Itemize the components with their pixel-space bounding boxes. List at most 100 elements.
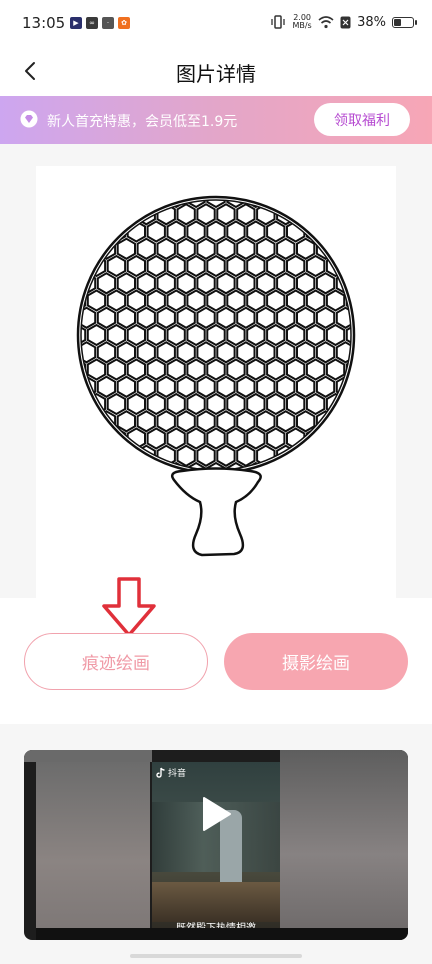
link-app-icon: ∞	[86, 17, 98, 29]
coloring-image[interactable]	[36, 166, 396, 598]
hexagon-cell	[176, 203, 196, 226]
hexagon-cell	[226, 289, 246, 312]
hexagon-cell	[106, 289, 127, 312]
hexagon-cell	[216, 306, 236, 329]
hexagon-cell	[236, 272, 256, 295]
video-frame: 抖音 既然殿下热情相邀	[152, 762, 280, 940]
hexagon-cell	[136, 341, 156, 364]
hexagon-cell	[206, 220, 226, 243]
hexagon-cell	[146, 358, 166, 381]
hexagon-cell	[236, 341, 256, 364]
hexagon-cell	[186, 392, 206, 416]
hexagon-cell	[196, 272, 216, 295]
hexagon-cell	[196, 237, 216, 260]
hexagon-cell	[236, 306, 256, 329]
claim-benefit-button[interactable]: 领取福利	[314, 103, 410, 136]
blur-left-panel	[36, 762, 150, 928]
photo-drawing-button[interactable]: 摄影绘画	[224, 633, 408, 690]
status-time: 13:05	[22, 14, 66, 32]
trace-drawing-button[interactable]: 痕迹绘画	[24, 633, 208, 690]
hexagon-cell	[176, 341, 196, 364]
hexagon-cell	[86, 323, 107, 347]
battery-percent: 38%	[357, 14, 386, 30]
battery-level	[394, 18, 401, 26]
hexagon-cell	[276, 237, 296, 260]
hexagon-cell	[266, 254, 286, 278]
hexagon-cell	[176, 272, 196, 295]
hexagon-cell	[286, 358, 306, 381]
hexagon-cell	[256, 341, 276, 364]
hexagon-cell	[216, 203, 236, 226]
home-indicator[interactable]	[130, 954, 302, 958]
diamond-icon	[20, 110, 38, 128]
hexagon-cell	[156, 272, 176, 295]
hexagon-cell	[256, 306, 276, 329]
hexagon-cell	[116, 341, 136, 364]
video-player[interactable]: 抖音 既然殿下热情相邀	[24, 750, 408, 940]
hexagon-cell	[96, 306, 117, 329]
scene-table	[152, 882, 280, 922]
hexagon-cell	[286, 254, 306, 278]
hexagon-cell	[196, 306, 216, 329]
hexagon-cell	[206, 392, 226, 416]
hexagon-cell	[226, 220, 246, 243]
hexagon-cell	[186, 323, 206, 347]
hexagon-cell	[236, 444, 256, 467]
hexagon-cell	[266, 427, 286, 450]
hexagon-cell	[305, 289, 326, 312]
hexagon-cell	[166, 220, 186, 243]
hexagon-cell	[156, 237, 176, 260]
hexagon-cell	[146, 220, 166, 243]
hexagon-cell	[236, 237, 256, 260]
hexagon-cell	[186, 220, 206, 243]
hexagon-cell	[226, 323, 246, 347]
hexagon-cell	[186, 289, 206, 312]
hexagon-cell	[196, 375, 216, 398]
hexagon-cell	[216, 237, 236, 260]
hexagon-cell	[176, 306, 196, 329]
hexagon-cell	[256, 410, 276, 433]
hexagon-cell	[176, 375, 196, 398]
tiktok-watermark: 抖音	[156, 766, 186, 779]
hexagon-cell	[305, 392, 326, 416]
hexagon-cell	[226, 392, 246, 416]
hexagon-cell	[126, 254, 146, 278]
hexagon-cell	[196, 410, 216, 433]
hexagon-cell	[246, 254, 266, 278]
hexagon-cell	[276, 272, 296, 295]
hexagon-cell	[156, 410, 176, 433]
hexagon-cell	[315, 375, 336, 398]
hexagon-cell	[166, 323, 186, 347]
hexagon-cell	[246, 427, 266, 450]
promo-banner[interactable]: 新人首充特惠，会员低至1.9元 领取福利	[0, 96, 432, 144]
hexagon-cell	[216, 341, 236, 364]
hexagon-cell	[116, 272, 136, 295]
hexagon-cell	[126, 358, 146, 381]
blur-right-panel	[280, 750, 408, 940]
hexagon-cell	[226, 427, 246, 450]
vibrate-icon	[271, 15, 285, 29]
hexagon-cell	[156, 341, 176, 364]
hexagon-cell	[176, 237, 196, 260]
hexagon-cell	[146, 392, 166, 416]
app-header: 图片详情	[0, 50, 432, 96]
hexagon-cell	[166, 358, 186, 381]
hexagon-cell	[315, 272, 336, 295]
hexagon-cell	[186, 254, 206, 278]
hexagon-cell	[216, 375, 236, 398]
hexagon-cell	[305, 323, 326, 347]
hexagon-cell	[286, 392, 306, 416]
hexagon-cell	[86, 358, 107, 381]
promo-text: 新人首充特惠，会员低至1.9元	[47, 114, 238, 130]
hexagon-cell	[186, 427, 206, 450]
hexagon-cell	[106, 254, 127, 278]
hexagon-cell	[206, 254, 226, 278]
play-icon[interactable]	[200, 796, 232, 832]
hexagon-cell	[305, 254, 326, 278]
hexagon-cell	[166, 254, 186, 278]
hexagon-cell	[246, 289, 266, 312]
honeycomb-balloon-drawing	[76, 195, 356, 557]
sim-off-icon	[340, 16, 351, 28]
hexagon-cell	[96, 375, 117, 398]
hexagon-cell	[345, 323, 351, 347]
